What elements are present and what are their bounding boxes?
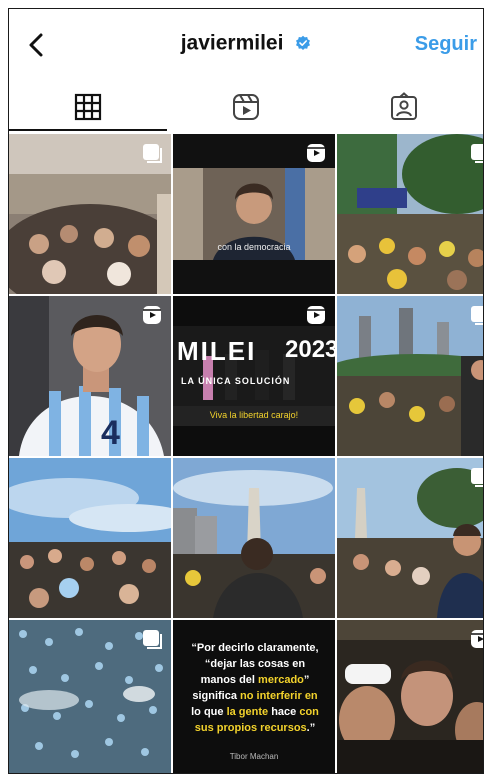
reels-icon	[143, 306, 161, 324]
posts-grid: con la democracia 4 MILEI 2023 LA ÚNICA …	[9, 134, 483, 773]
post-4-jersey-number: 4	[101, 414, 120, 452]
post-5-subtitle: LA ÚNICA SOLUCIÓN	[181, 376, 291, 386]
username-title: javiermilei	[9, 31, 483, 55]
post-9-image	[337, 458, 483, 618]
profile-tabs	[9, 81, 483, 133]
reels-icon	[307, 144, 325, 162]
post-7-image	[9, 458, 171, 618]
quote-line: lo que la gente hace con	[191, 706, 319, 718]
post-2-caption: con la democracia	[217, 242, 291, 252]
quote-line: significa no interferir en	[192, 690, 318, 702]
post-10[interactable]	[9, 620, 171, 773]
post-11-quote[interactable]: “Por decirlo claramente, “dejar las cosa…	[173, 620, 335, 773]
tab-grid[interactable]	[9, 81, 167, 133]
post-3[interactable]	[337, 134, 483, 294]
quote-line: “Por decirlo claramente,	[191, 642, 319, 654]
username: javiermilei	[180, 31, 284, 55]
tab-tagged[interactable]	[325, 81, 483, 133]
carousel-icon	[143, 144, 162, 163]
quote-line: manos del mercado”	[200, 674, 310, 686]
active-tab-indicator	[9, 129, 167, 131]
post-2[interactable]: con la democracia	[173, 134, 335, 294]
post-4[interactable]: 4	[9, 296, 171, 456]
post-5-banner: MILEI	[177, 336, 257, 366]
reels-icon	[233, 94, 259, 120]
carousel-icon	[471, 468, 483, 487]
reels-icon	[307, 306, 325, 324]
post-5-year: 2023	[285, 336, 335, 363]
grid-icon	[74, 93, 102, 121]
post-1[interactable]	[9, 134, 171, 294]
post-6[interactable]	[337, 296, 483, 456]
tab-reels[interactable]	[167, 81, 325, 133]
post-8[interactable]	[173, 458, 335, 618]
carousel-icon	[471, 144, 483, 163]
profile-screen: javiermilei Seguir con la democracia 4 M…	[8, 8, 484, 774]
quote-line: sus propios recursos.”	[194, 722, 316, 734]
post-3-image	[337, 134, 483, 294]
follow-button[interactable]: Seguir	[415, 33, 477, 56]
post-9[interactable]	[337, 458, 483, 618]
post-12[interactable]	[337, 620, 483, 773]
reels-icon	[471, 630, 483, 648]
post-12-image	[337, 620, 483, 773]
post-6-image	[337, 296, 483, 456]
verified-badge-icon	[296, 36, 311, 51]
carousel-icon	[471, 306, 483, 325]
post-5-caption: Viva la libertad carajo!	[209, 410, 299, 420]
tagged-icon	[391, 92, 417, 120]
post-5[interactable]: MILEI 2023 LA ÚNICA SOLUCIÓN Viva la lib…	[173, 296, 335, 456]
quote-line: “dejar las cosas en	[204, 658, 306, 670]
post-8-image	[173, 458, 335, 618]
post-7[interactable]	[9, 458, 171, 618]
profile-header: javiermilei Seguir	[9, 9, 483, 81]
carousel-icon	[143, 630, 162, 649]
post-11-author: Tibor Machan	[229, 752, 279, 761]
post-11-quote-text: “Por decirlo claramente, “dejar las cosa…	[185, 640, 325, 736]
